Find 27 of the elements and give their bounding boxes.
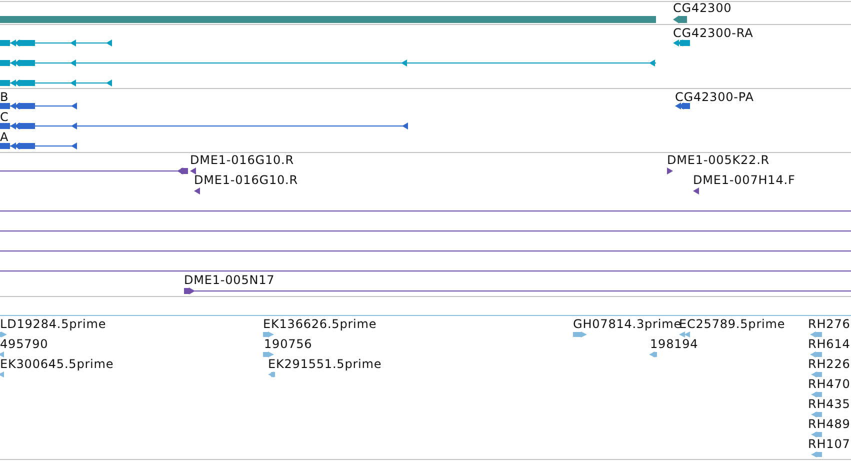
- feature-label: 198194: [650, 338, 698, 351]
- feature-label: C: [0, 111, 9, 124]
- feature-label: CG42300-RA: [673, 27, 754, 40]
- feature-label: B: [0, 91, 9, 104]
- feature-label: CG42300: [673, 2, 732, 15]
- feature-label: DME1-016G10.R: [190, 154, 294, 167]
- feature-label: RH226: [808, 358, 850, 371]
- feature-label: 495790: [0, 338, 48, 351]
- feature-label: DME1-016G10.R: [194, 174, 298, 187]
- feature-label: EK291551.5prime: [268, 358, 382, 371]
- feature-label: DME1-005K22.R: [667, 154, 770, 167]
- feature-label: EK300645.5prime: [0, 358, 114, 371]
- feature-label: A: [0, 131, 9, 144]
- feature-label: EK136626.5prime: [263, 318, 377, 331]
- feature-label: DME1-007H14.F: [693, 174, 796, 187]
- feature-label: EC25789.5prime: [679, 318, 786, 331]
- feature-label: RH107: [808, 438, 850, 451]
- feature-label: RH435: [808, 398, 850, 411]
- feature-label: CG42300-PA: [675, 91, 754, 104]
- feature-label: RH470: [808, 378, 850, 391]
- feature-label: DME1-005N17: [184, 274, 275, 287]
- feature-label: 190756: [264, 338, 312, 351]
- feature-label: RH276: [808, 318, 850, 331]
- feature-label: RH489: [808, 418, 850, 431]
- feature-label: GH07814.3prime: [573, 318, 682, 331]
- feature-label: RH614: [808, 338, 850, 351]
- feature-label: LD19284.5prime: [0, 318, 106, 331]
